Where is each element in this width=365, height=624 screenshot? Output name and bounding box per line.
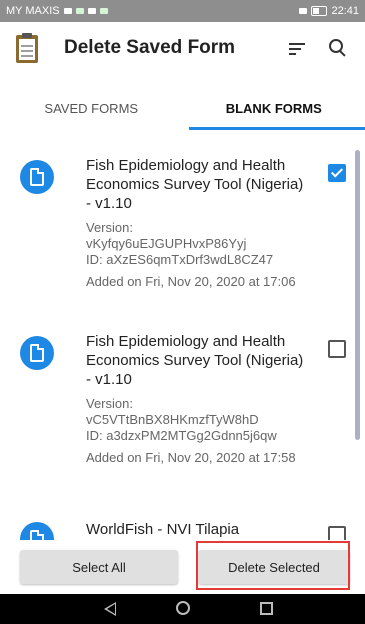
notification-icon [63,8,72,14]
form-id: ID: aXzES6qmTxDrf3wdL8CZ47 [86,252,274,267]
form-added-date: Added on Fri, Nov 20, 2020 at 17:06 [86,274,296,289]
battery-icon [311,6,328,16]
form-title: Fish Epidemiology and Health Economics S… [86,333,304,388]
clipboard-icon [16,33,38,63]
back-icon-inner [107,604,115,614]
tab-saved-forms[interactable]: SAVED FORMS [0,86,183,130]
signal-icon [299,8,308,14]
select-all-button[interactable]: Select All [20,550,178,584]
navigation-bar [0,594,365,624]
status-left: MY MAXIS [6,5,108,17]
notification-icon [87,8,96,14]
page-title: Delete Saved Form [64,37,236,58]
scrollbar[interactable] [355,150,360,440]
form-version-label: Version: [86,220,133,235]
status-right: 22:41 [299,5,359,17]
form-document-icon [20,336,54,370]
tab-bar: SAVED FORMS BLANK FORMS [0,86,365,130]
forms-list: Fish Epidemiology and Health Economics S… [0,140,365,540]
sort-icon[interactable] [287,37,309,59]
bottom-action-bar: Select All Delete Selected [0,540,365,594]
form-select-checkbox[interactable] [328,526,346,540]
tab-blank-forms[interactable]: BLANK FORMS [183,86,365,130]
form-version: vC5VTtBnBX8HKmzfTyW8hD [86,412,259,427]
form-version-label: Version: [86,396,133,411]
form-title: WorldFish - NVI Tilapia Epidemiology and… [86,521,240,538]
form-document-icon [20,160,54,194]
notification-icon [99,8,108,14]
delete-selected-button[interactable]: Delete Selected [198,550,350,584]
form-title: Fish Epidemiology and Health Economics S… [86,157,304,212]
form-version: vKyfqy6uEJGUPHvxP86Yyj [86,236,247,251]
home-icon[interactable] [176,601,190,615]
status-time: 22:41 [331,5,359,17]
app-bar: Delete Saved Form [0,22,365,74]
form-document-icon [20,522,54,540]
search-icon[interactable] [327,37,349,59]
form-added-date: Added on Fri, Nov 20, 2020 at 17:58 [86,450,296,465]
status-bar: MY MAXIS 22:41 [0,0,365,22]
form-select-checkbox[interactable] [328,164,346,182]
form-id: ID: a3dzxPM2MTGg2Gdnn5j6qw [86,428,277,443]
recent-apps-icon[interactable] [260,602,273,615]
carrier-label: MY MAXIS [6,5,60,17]
notification-icon [75,8,84,14]
form-select-checkbox[interactable] [328,340,346,358]
